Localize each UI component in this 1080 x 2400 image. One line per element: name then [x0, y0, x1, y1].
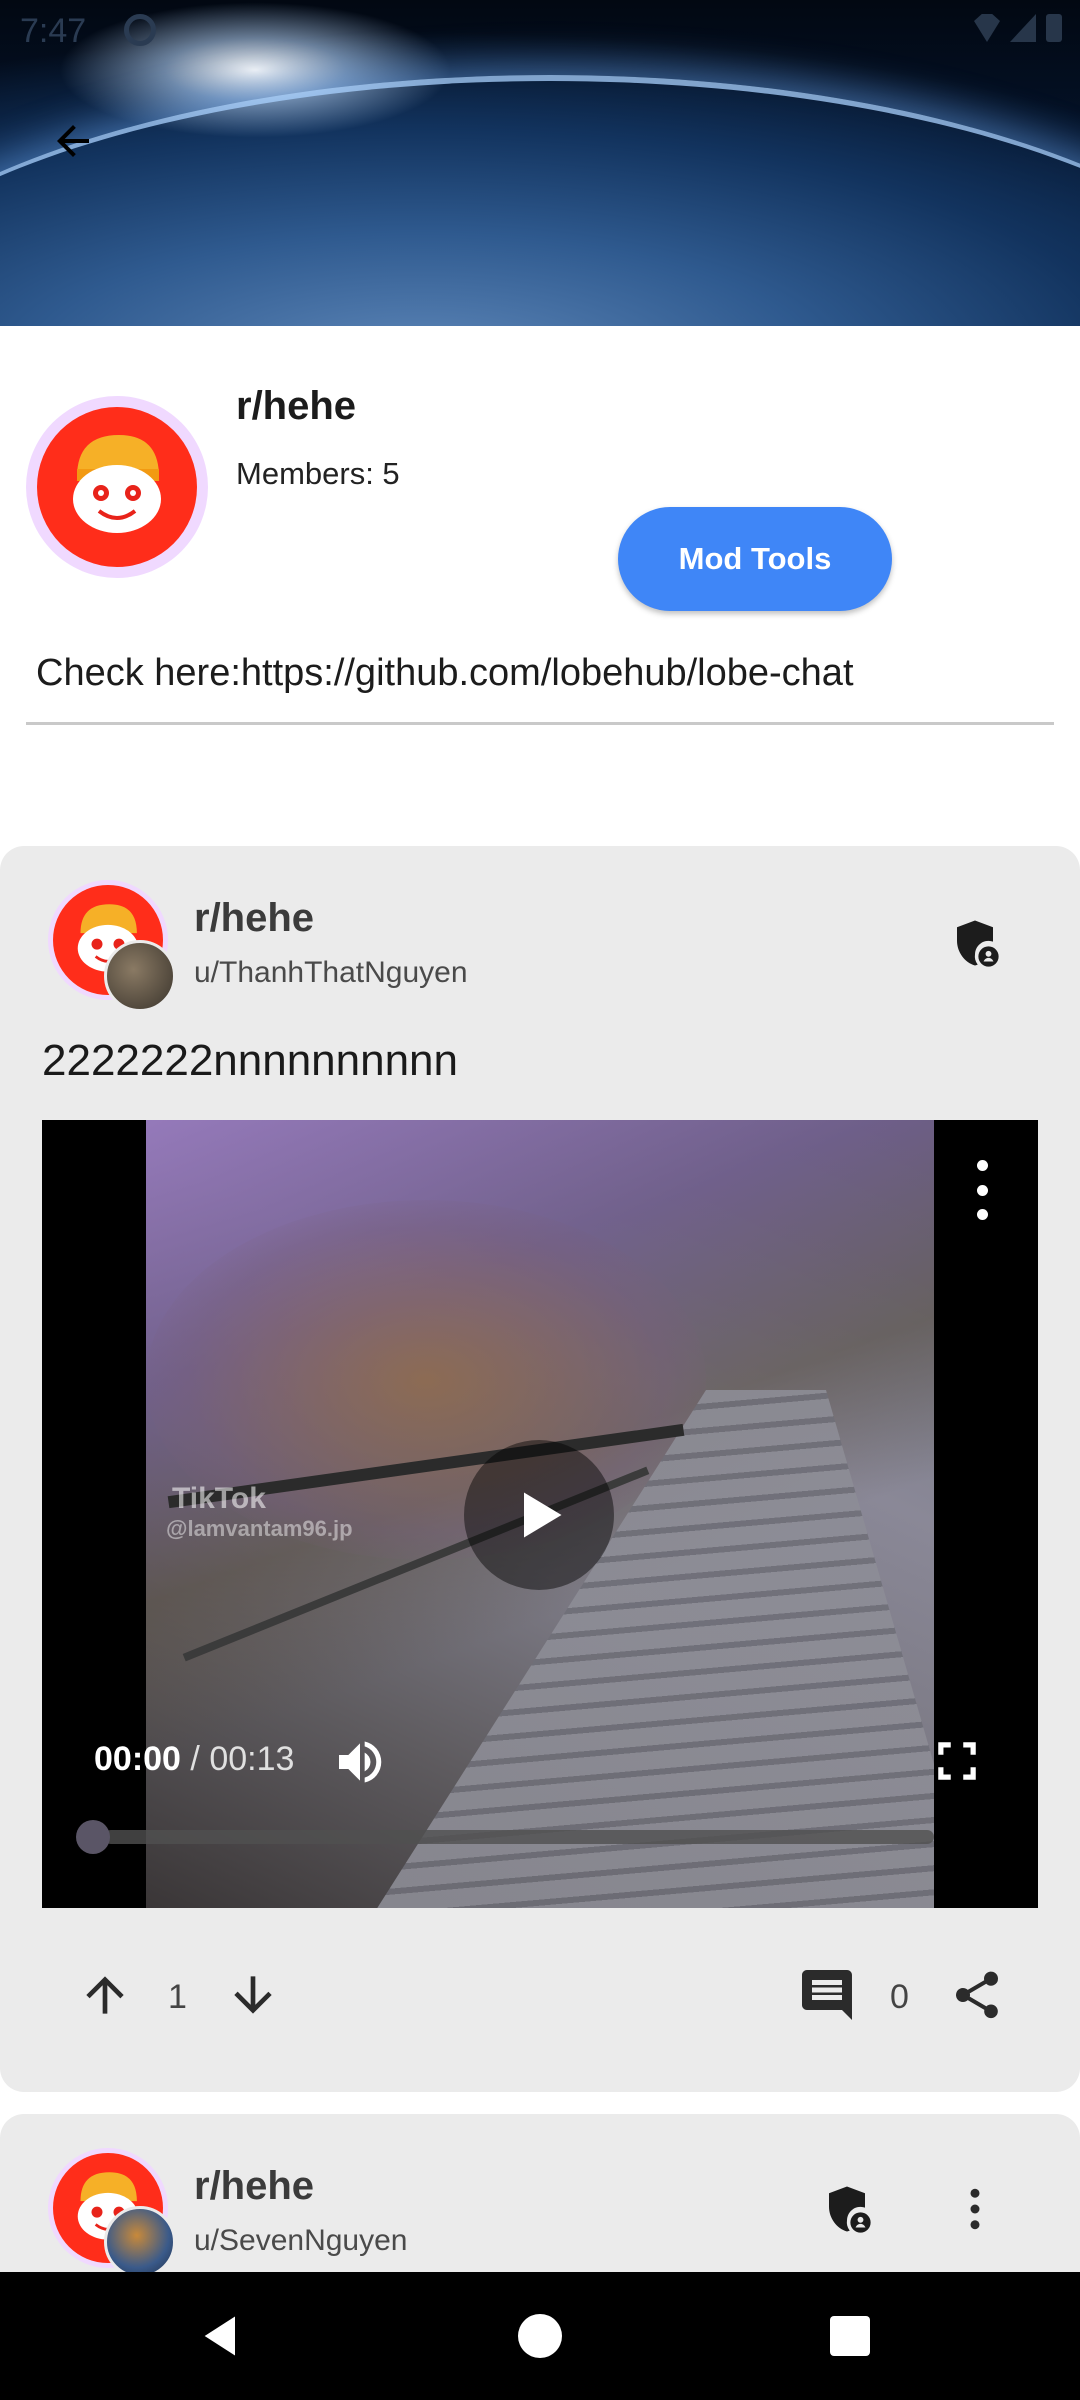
fullscreen-button[interactable] [932, 1736, 982, 1786]
community-name: r/hehe [236, 384, 357, 428]
mod-shield-button[interactable] [940, 908, 1010, 978]
more-vert-icon [976, 1160, 988, 1171]
video-progress-knob[interactable] [76, 1820, 110, 1854]
status-time: 7:47 [20, 12, 87, 50]
community-banner: 7:47 [0, 0, 1080, 326]
comment-count: 0 [890, 1978, 909, 2016]
system-nav-bar [0, 2272, 1080, 2400]
status-app-icon [124, 14, 156, 46]
earth-horizon [0, 75, 1080, 326]
shield-person-icon [957, 920, 999, 967]
triangle-back-icon [204, 2316, 235, 2356]
user-avatar[interactable] [104, 2206, 176, 2278]
video-watermark-brand: TikTok [172, 1482, 266, 1515]
community-description: Check here:https://github.com/lobehub/lo… [36, 652, 854, 694]
video-progress-bar[interactable] [104, 1830, 934, 1844]
post-subreddit[interactable]: r/hehe [194, 896, 314, 941]
post-subreddit[interactable]: r/hehe [194, 2164, 314, 2209]
share-button[interactable] [942, 1960, 1012, 2030]
play-icon [524, 1492, 562, 1538]
nav-recents-button[interactable] [830, 2316, 870, 2356]
downvote-button[interactable] [218, 1960, 288, 2030]
video-time-separator: / [180, 1740, 210, 1778]
shield-person-icon [829, 2186, 871, 2233]
post-title[interactable]: 2222222nnnnnnnnnn [42, 1036, 458, 1086]
share-icon [955, 1971, 999, 2019]
divider [26, 722, 1054, 725]
signal-icon [1010, 14, 1036, 42]
more-vert-icon [970, 2188, 980, 2230]
volume-icon [339, 1741, 382, 1783]
video-total-time: 00:13 [209, 1740, 295, 1778]
member-count: Members: 5 [236, 456, 400, 491]
nav-home-button[interactable] [518, 2314, 562, 2358]
upvote-button[interactable] [70, 1960, 140, 2030]
video-time: 00:00 / 00:13 [94, 1740, 294, 1779]
comment-button[interactable] [792, 1960, 862, 2030]
arrow-up-icon [86, 1976, 124, 2014]
status-indicators [952, 14, 1062, 44]
post-author[interactable]: u/SevenNguyen [194, 2224, 408, 2258]
battery-icon [1046, 14, 1062, 42]
mod-shield-button[interactable] [812, 2174, 882, 2244]
fullscreen-icon [938, 1742, 976, 1780]
volume-button[interactable] [332, 1734, 388, 1790]
wifi-icon [974, 14, 1000, 42]
play-button[interactable] [464, 1440, 614, 1590]
video-more-button[interactable] [962, 1160, 1002, 1220]
comment-icon [802, 1970, 852, 2020]
nav-back-button[interactable] [196, 2310, 248, 2362]
arrow-down-icon [234, 1976, 272, 2014]
post-author[interactable]: u/ThanhThatNguyen [194, 956, 468, 990]
mascot-image [37, 407, 197, 567]
user-avatar[interactable] [104, 940, 176, 1012]
vote-count: 1 [168, 1978, 187, 2016]
arrow-back-icon [57, 125, 89, 157]
community-avatar [26, 396, 208, 578]
mod-tools-button[interactable]: Mod Tools [618, 507, 892, 611]
video-current-time: 00:00 [94, 1740, 181, 1778]
video-watermark-handle: @lamvantam96.jp [166, 1516, 353, 1541]
video-player[interactable]: TikTok @lamvantam96.jp 00:00 / 00:13 [42, 1120, 1038, 1908]
post-more-button[interactable] [940, 2174, 1010, 2244]
back-button[interactable] [38, 106, 108, 176]
